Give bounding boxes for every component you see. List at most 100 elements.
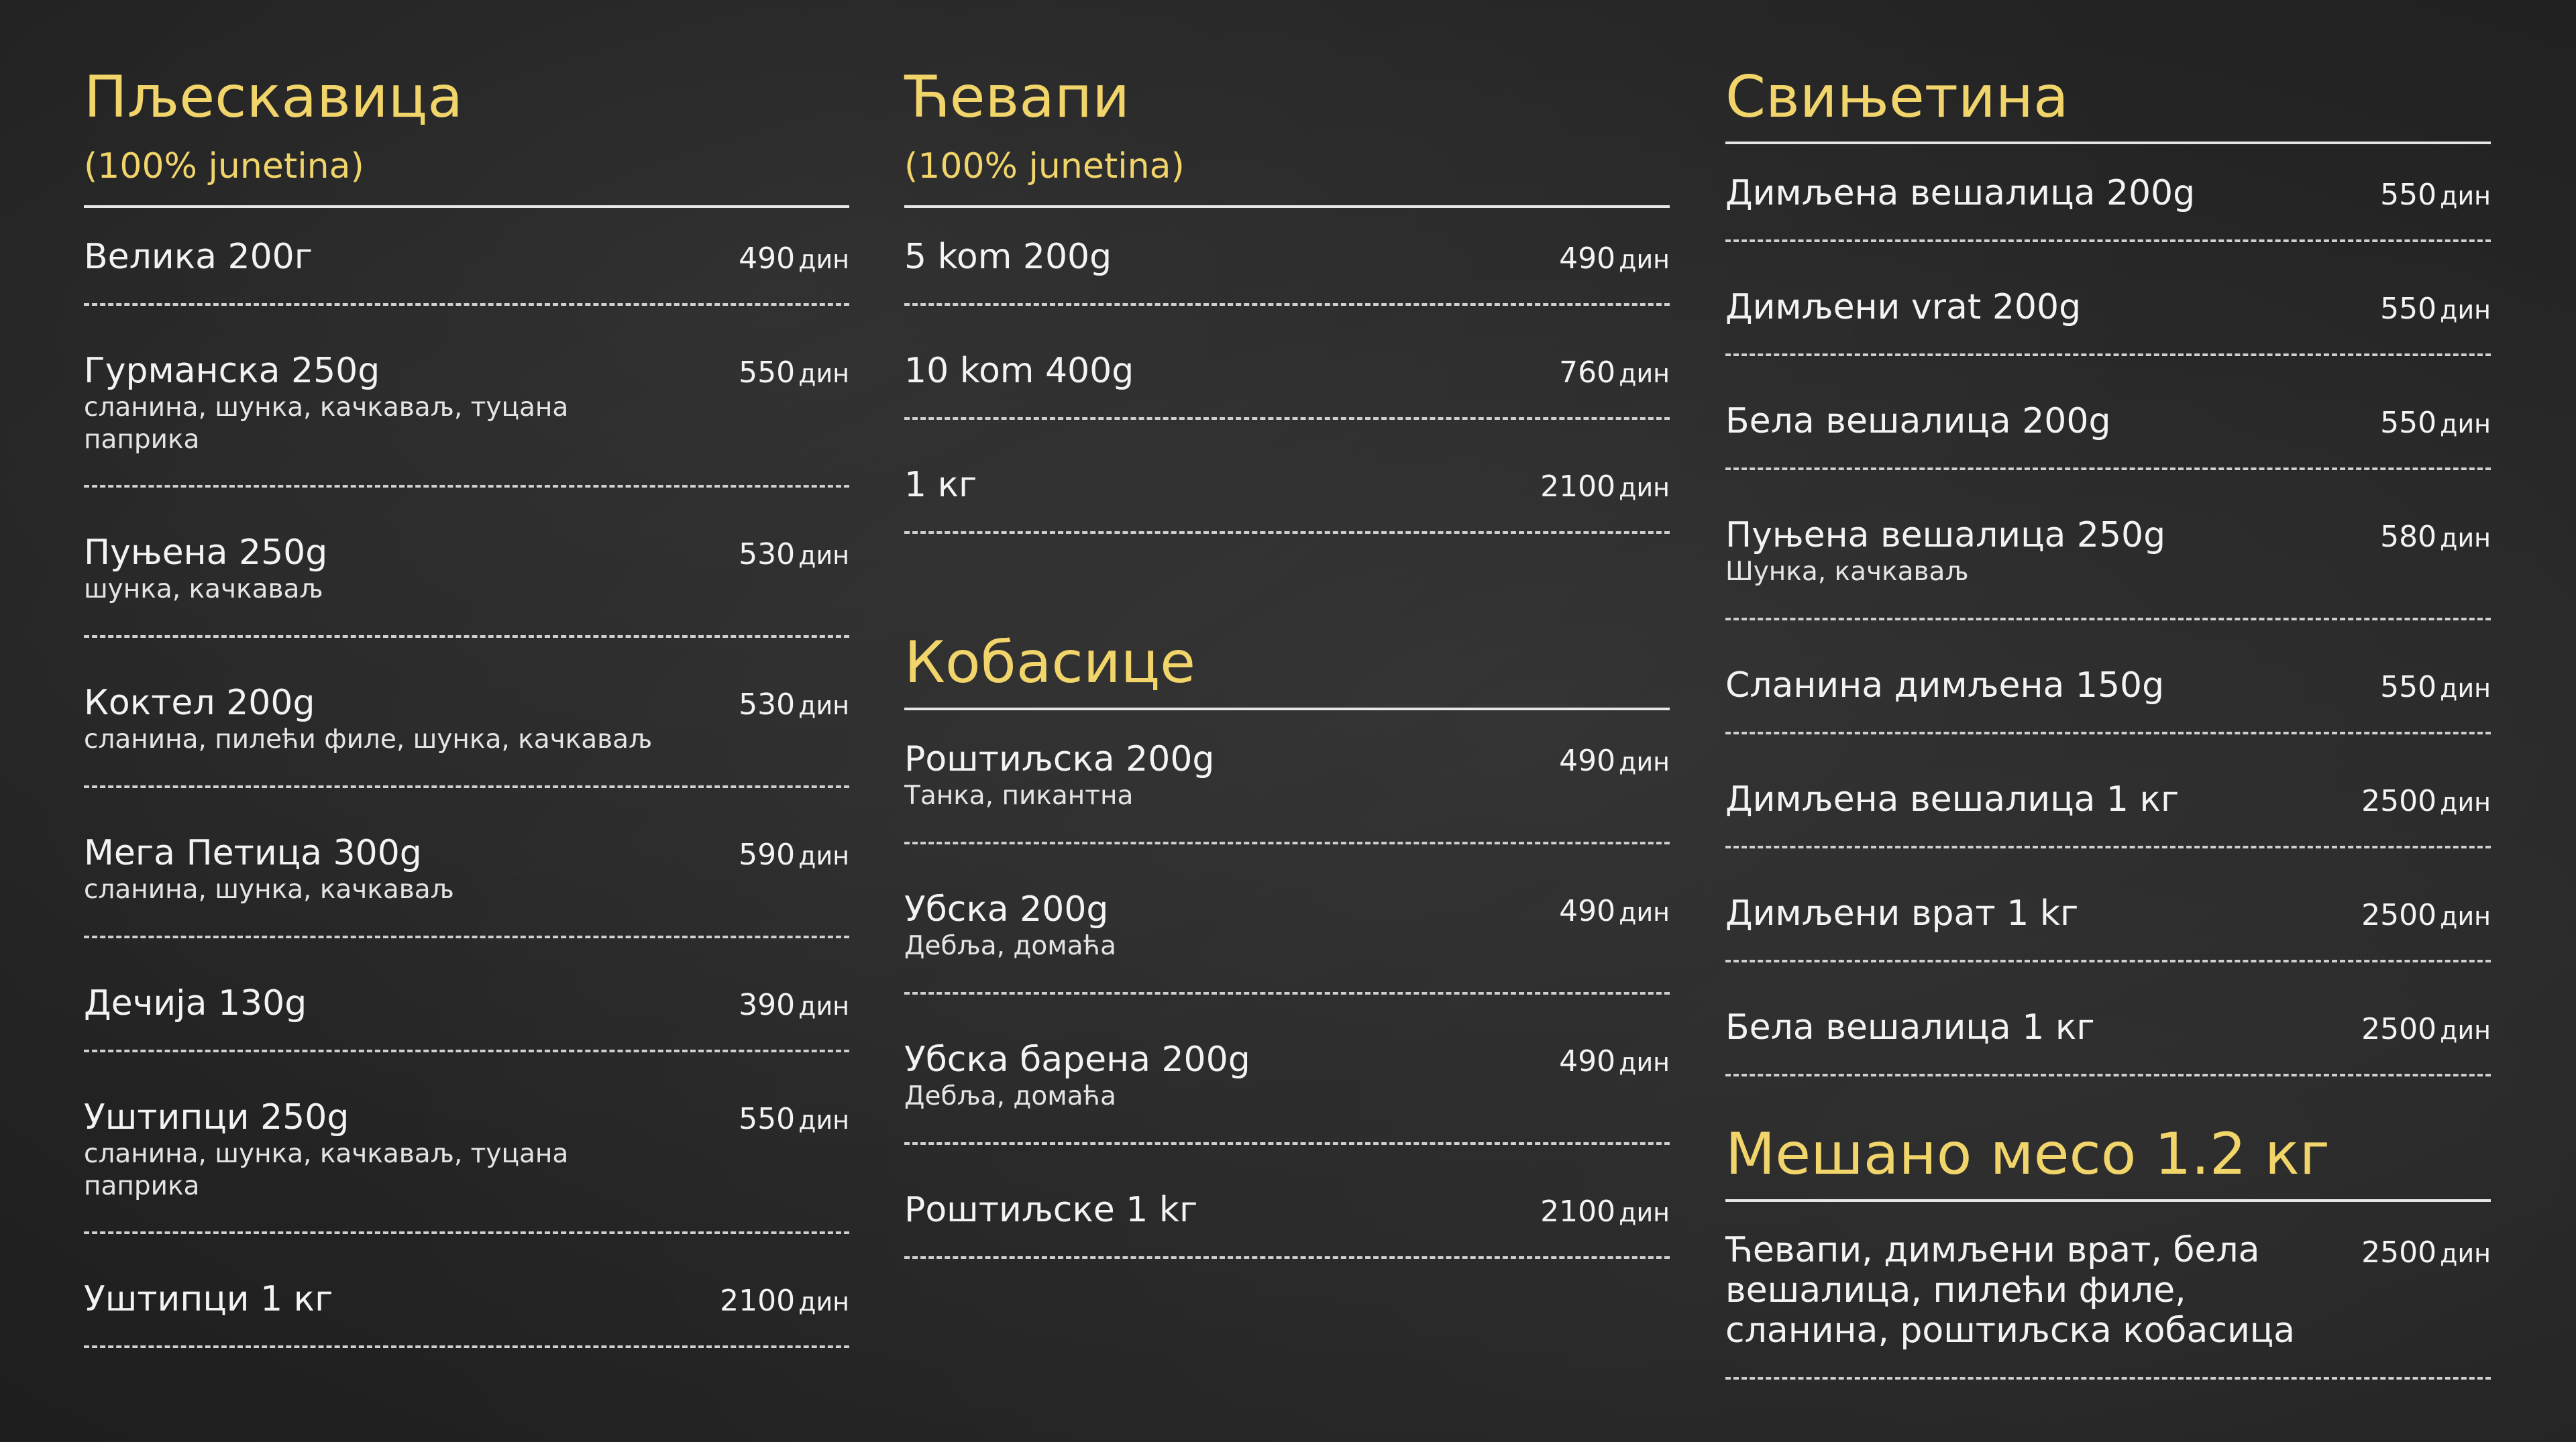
item-name: Уштипци 1 кг [84,1279,333,1319]
item-price: 490 дин [1559,744,1670,778]
item-name: Мега Петица 300g [84,833,422,873]
item-divider [904,531,1670,534]
item-price: 530 дин [739,537,849,571]
section-divider [84,205,849,208]
item-divider [904,1256,1670,1259]
item-divider [1725,618,2491,620]
item-divider [1725,960,2491,962]
item-divider [84,1345,849,1348]
item-divider [1725,467,2491,470]
menu-item: Мега Петица 300g 590 дин сланина, шунка,… [84,832,849,906]
item-divider [84,303,849,306]
section-title-meso: Мешано месо 1.2 кг [1725,1121,2330,1188]
item-divider [84,936,849,938]
item-divider [904,842,1670,844]
item-divider [1725,846,2491,848]
item-name: Убска барена 200g [904,1040,1250,1080]
item-price: 580 дин [2380,520,2491,554]
menu-item: Уштипци 1 кг 2100 дин [84,1278,849,1320]
menu-item: Ћевапи, димљени врат, бела вешалица, пил… [1725,1230,2491,1351]
section-title: Пљескавица [84,64,463,131]
item-price: 2100 дин [1540,1195,1670,1229]
section-title-cevapi: Ћевапи [904,64,1130,131]
item-name: Димљена вешалица 1 кг [1725,779,2180,820]
item-divider [1725,1074,2491,1076]
item-price: 550 дин [2380,178,2491,212]
item-price: 590 дин [739,838,849,872]
item-divider [904,1142,1670,1145]
item-price: 2500 дин [2361,898,2491,932]
item-divider [84,1231,849,1234]
menu-item: Пуњена вешалица 250g 580 дин Шунка, качк… [1725,514,2491,588]
menu-item: Роштиљска 200g 490 дин Танка, пикантна [904,738,1670,812]
menu-item: 5 kom 200g 490 дин [904,236,1670,278]
item-name: Димљени vrat 200g [1725,287,2082,327]
menu-item: Сланина димљена 150g 550 дин [1725,665,2491,706]
item-name: Пуњена вешалица 250g [1725,515,2166,555]
item-price: 550 дин [739,1102,849,1136]
item-divider [1725,239,2491,242]
item-description: сланина, шунка, качкаваљ [84,875,454,905]
item-name: Коктел 200g [84,683,315,723]
menu-item: Коктел 200g 530 дин сланина, пилећи филе… [84,682,849,756]
item-name: 10 kom 400g [904,351,1134,391]
menu-item: Роштиљске 1 kг 2100 дин [904,1189,1670,1231]
item-price: 2100 дин [720,1284,849,1318]
item-description: сланина, шунка, качкаваљ, туцана паприка [84,392,569,455]
item-price: 550 дин [739,355,849,390]
item-description: Дебља, домаћа [904,931,1116,961]
section-divider [1725,1199,2491,1202]
item-price: 490 дин [739,241,849,276]
item-description: сланина, шунка, качкаваљ, туцана паприка [84,1139,569,1201]
item-price: 530 дин [739,687,849,722]
item-name: Бела вешалица 200g [1725,401,2111,441]
item-description: Шунка, качкаваљ [1725,557,1969,587]
item-name: Гурманска 250g [84,351,380,391]
section-divider [904,205,1670,208]
item-divider [1725,353,2491,356]
section-divider [1725,142,2491,144]
item-divider [904,303,1670,306]
section-title-svinjetina: Свињетина [1725,64,2069,131]
item-description: Дебља, домаћа [904,1081,1116,1111]
item-price: 2100 дин [1540,469,1670,504]
item-divider [904,992,1670,995]
item-divider [904,417,1670,420]
item-price: 2500 дин [2361,1235,2491,1270]
item-divider [1725,1377,2491,1380]
item-divider [84,1050,849,1052]
item-divider [1725,732,2491,734]
menu-item: 10 kom 400g 760 дин [904,350,1670,392]
item-price: 390 дин [739,988,849,1022]
menu-item: Дечија 130g 390 дин [84,983,849,1024]
menu-item: Убска 200g 490 дин Дебља, домаћа [904,889,1670,962]
item-price: 490 дин [1559,241,1670,276]
menu-item: 1 кг 2100 дин [904,464,1670,506]
item-price: 490 дин [1559,894,1670,928]
item-description: шунка, качкаваљ [84,574,323,604]
item-name: Велика 200г [84,237,313,277]
item-name: Бела вешалица 1 кг [1725,1007,2095,1048]
item-name: 1 кг [904,465,977,505]
section-title-kobasice: Кобасице [904,629,1196,696]
item-description: сланина, пилећи филе, шунка, качкаваљ [84,724,653,755]
item-name: Убска 200g [904,889,1109,930]
item-description: Танка, пикантна [904,781,1134,811]
item-name: Димљена вешалица 200g [1725,173,2196,213]
item-price: 550 дин [2380,292,2491,326]
menu-item: Уштипци 250g 550 дин сланина, шунка, кач… [84,1097,849,1203]
menu-item: Димљена вешалица 200g 550 дин [1725,172,2491,214]
section-subtitle: (100% junetina) [904,146,1185,186]
item-price: 490 дин [1559,1044,1670,1078]
menu-item: Димљена вешалица 1 кг 2500 дин [1725,779,2491,820]
menu-item: Велика 200г 490 дин [84,236,849,278]
item-name: Пуњена 250g [84,533,328,573]
menu-item: Пуњена 250g 530 дин шунка, качкаваљ [84,532,849,606]
menu-item: Бела вешалица 200g 550 дин [1725,400,2491,442]
item-price: 550 дин [2380,670,2491,704]
menu-item: Бела вешалица 1 кг 2500 дин [1725,1007,2491,1048]
menu-item: Гурманска 250g 550 дин сланина, шунка, к… [84,350,849,456]
item-name: Уштипци 250g [84,1097,350,1138]
menu-item: Убска барена 200g 490 дин Дебља, домаћа [904,1039,1670,1113]
item-name: Дечија 130g [84,983,307,1023]
